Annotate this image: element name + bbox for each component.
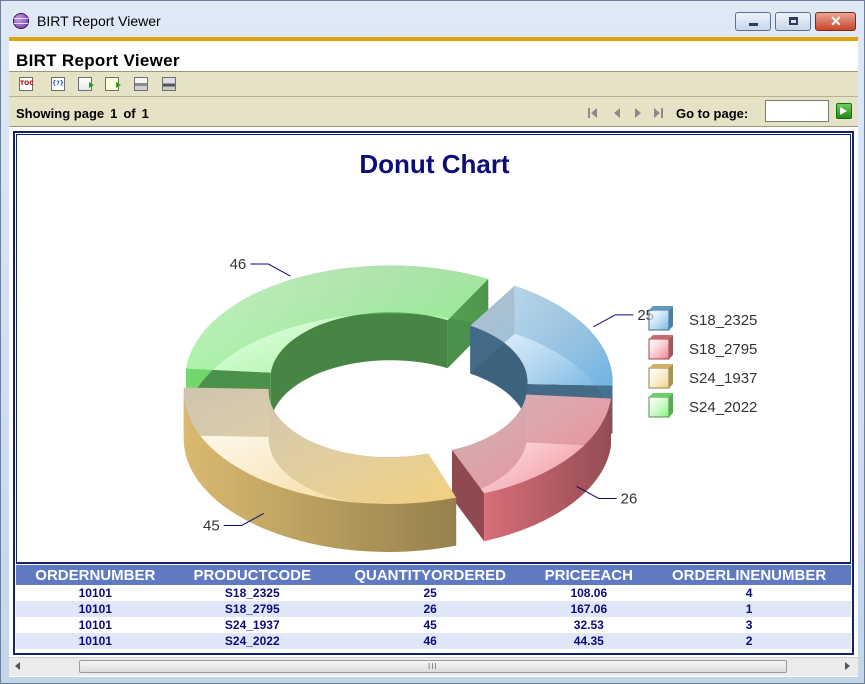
donut-chart-svg: 25264546S18_2325S18_2795S24_1937S24_2022 — [183, 256, 757, 552]
window-title: BIRT Report Viewer — [37, 13, 161, 29]
cell-ordernumber: 10101 — [16, 617, 175, 633]
cell-priceeach: 44.35 — [530, 633, 648, 649]
cell-orderlinenumber: 3 — [647, 617, 851, 633]
donut-slice-s24-1937[interactable] — [183, 387, 457, 552]
scrollbar-thumb[interactable]: III — [79, 660, 787, 673]
parameters-icon[interactable]: {?} — [51, 77, 65, 91]
next-page-icon[interactable] — [635, 108, 641, 118]
table-row: 10101 S24_2022 46 44.35 2 — [16, 633, 851, 649]
cell-quantityordered: 45 — [329, 617, 531, 633]
previous-page-icon[interactable] — [614, 108, 620, 118]
cell-ordernumber: 10101 — [16, 601, 175, 617]
cell-productcode: S18_2795 — [174, 601, 330, 617]
donut-chart: Donut Chart 25 26 45 46 S18_2325 S18_2795 S24_… — [16, 134, 851, 564]
cell-ordernumber: 10101 — [16, 585, 175, 601]
header-accent-bar — [9, 37, 858, 41]
cell-orderlinenumber: 1 — [647, 601, 851, 617]
cell-productcode: S24_2022 — [174, 633, 330, 649]
table-header-row: ORDERNUMBER PRODUCTCODE QUANTITYORDERED … — [16, 565, 851, 585]
table-row: 10101 S24_1937 45 32.53 3 — [16, 617, 851, 633]
maximize-button[interactable] — [775, 12, 811, 31]
cell-orderlinenumber: 4 — [647, 585, 851, 601]
legend-item: S18_2795 — [648, 335, 757, 360]
total-pages: 1 — [141, 106, 149, 121]
legend-swatch-top — [649, 364, 673, 368]
cell-priceeach: 108.06 — [530, 585, 648, 601]
cell-productcode: S24_1937 — [174, 617, 330, 633]
cell-orderlinenumber: 2 — [647, 633, 851, 649]
app-icon — [13, 13, 29, 29]
legend-swatch-side — [669, 364, 673, 388]
legend-swatch-side — [669, 306, 673, 330]
legend-label: S18_2325 — [689, 312, 757, 329]
maximize-icon — [789, 17, 798, 25]
table-row: 10101 S18_2795 26 167.06 1 — [16, 601, 851, 617]
data-label-leader — [250, 263, 291, 277]
data-label: 26 — [621, 490, 638, 507]
legend-swatch-top — [649, 393, 673, 397]
goto-page-label: Go to page: — [676, 106, 749, 121]
scroll-left-icon[interactable] — [15, 662, 20, 670]
toc-icon[interactable]: TOC — [19, 77, 34, 91]
navigation-bar: Showing page 1 of 1 Go to page: — [9, 97, 858, 127]
legend-item: S24_2022 — [648, 393, 757, 418]
close-icon: ✕ — [830, 13, 842, 29]
export-report-icon[interactable] — [78, 77, 94, 91]
cell-ordernumber: 10101 — [16, 633, 175, 649]
donut-slice-s18-2795[interactable] — [452, 394, 611, 542]
legend-swatch-top — [649, 306, 673, 310]
close-button[interactable]: ✕ — [815, 12, 856, 31]
viewer-content: BIRT Report Viewer TOC {?} Showing page 1… — [9, 37, 858, 677]
legend-swatch — [648, 396, 670, 418]
column-header-quantityordered: QUANTITYORDERED — [329, 565, 531, 585]
cell-priceeach: 167.06 — [530, 601, 648, 617]
legend-label: S24_1937 — [689, 370, 757, 387]
minimize-button[interactable] — [735, 12, 771, 31]
cell-productcode: S18_2325 — [174, 585, 330, 601]
data-label: 46 — [230, 256, 247, 273]
cell-priceeach: 32.53 — [530, 617, 648, 633]
legend-label: S24_2022 — [689, 399, 757, 416]
cell-quantityordered: 26 — [329, 601, 531, 617]
first-page-icon[interactable] — [588, 108, 597, 118]
horizontal-scrollbar[interactable]: III — [9, 657, 858, 676]
title-bar[interactable]: BIRT Report Viewer ✕ — [1, 1, 864, 37]
current-page: 1 — [110, 106, 118, 121]
legend-item: S24_1937 — [648, 364, 757, 389]
legend-swatch-side — [669, 335, 673, 359]
legend-label: S18_2795 — [689, 341, 757, 358]
page-info: Showing page 1 of 1 — [16, 106, 155, 121]
legend-swatch-side — [669, 393, 673, 417]
column-header-productcode: PRODUCTCODE — [174, 565, 330, 585]
data-table: ORDERNUMBER PRODUCTCODE QUANTITYORDERED … — [16, 565, 851, 649]
cell-quantityordered: 46 — [329, 633, 531, 649]
legend-swatch-top — [649, 335, 673, 339]
goto-page-input[interactable] — [765, 100, 829, 122]
data-label-leader — [593, 314, 634, 328]
legend-swatch — [648, 367, 670, 389]
last-page-icon[interactable] — [654, 108, 663, 118]
column-header-priceeach: PRICEEACH — [530, 565, 648, 585]
print-icon[interactable] — [134, 77, 148, 91]
toolbar: TOC {?} — [9, 71, 858, 97]
minimize-icon — [749, 23, 758, 26]
legend-swatch — [648, 338, 670, 360]
scroll-right-icon[interactable] — [845, 662, 850, 670]
print-server-icon[interactable] — [162, 77, 176, 91]
column-header-ordernumber: ORDERNUMBER — [16, 565, 175, 585]
viewer-title: BIRT Report Viewer — [16, 51, 180, 70]
cell-quantityordered: 25 — [329, 585, 531, 601]
app-window: BIRT Report Viewer ✕ BIRT Report Viewer … — [0, 0, 865, 684]
of-label: of — [123, 106, 136, 121]
export-data-icon[interactable] — [105, 77, 121, 91]
goto-page-go-icon[interactable] — [836, 103, 852, 119]
table-row: 10101 S18_2325 25 108.06 4 — [16, 585, 851, 601]
scrollbar-grip: III — [428, 662, 438, 671]
data-label: 45 — [203, 517, 220, 534]
report-frame: Donut Chart 25 26 45 46 S18_2325 S18_2795 S24_… — [13, 131, 854, 655]
legend-swatch — [648, 309, 670, 331]
showing-label: Showing page — [16, 106, 105, 121]
legend-item: S18_2325 — [648, 306, 757, 331]
column-header-orderlinenumber: ORDERLINENUMBER — [647, 565, 851, 585]
